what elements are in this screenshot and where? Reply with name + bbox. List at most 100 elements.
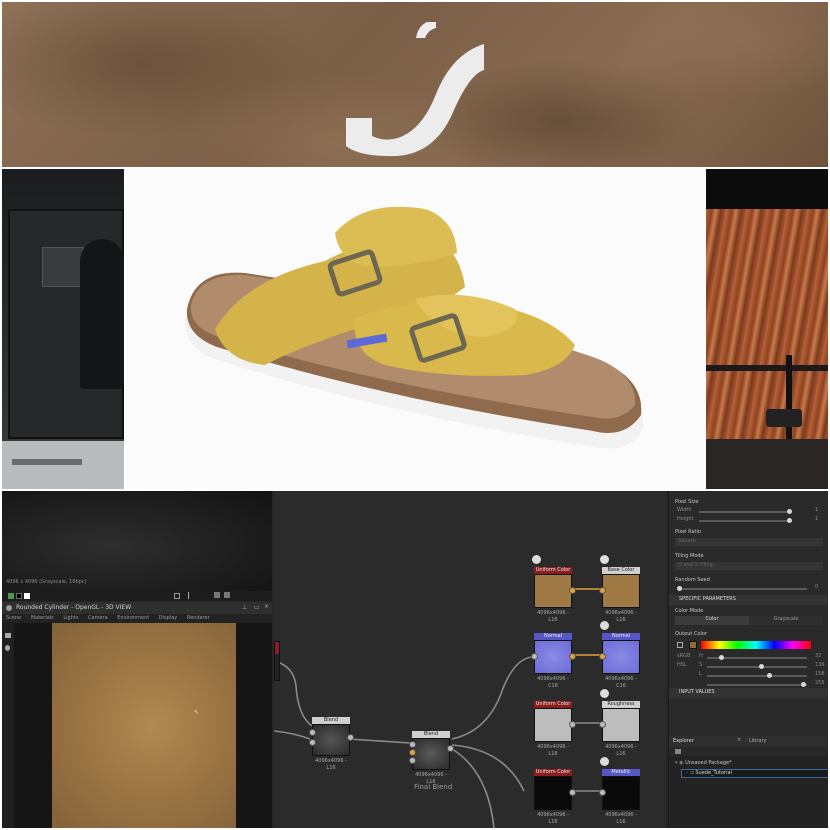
input-port[interactable] <box>409 757 416 764</box>
lightness-slider[interactable] <box>707 673 807 678</box>
roughness-output-node[interactable]: Roughness 4096x4096 - L16 <box>599 689 640 758</box>
settings-icon[interactable] <box>224 592 230 598</box>
uniform-color-node[interactable]: Uniform Color 4096x4096 - L16 <box>534 701 576 758</box>
output-port[interactable] <box>569 789 576 796</box>
2d-view[interactable]: 4096 x 4096 (Grayscale, 16bpc) <box>2 491 272 601</box>
float-panel-icon[interactable]: ▭ <box>254 604 260 612</box>
node-size: 4096x4096 - L16 <box>315 758 347 771</box>
blend-node-1[interactable]: Blend 4096x4096 - L16 <box>309 717 354 772</box>
menu-lights[interactable]: Lights <box>63 615 78 621</box>
normal-output-node[interactable]: Normal 4096x4096 - C16 <box>599 621 640 690</box>
close-icon[interactable]: × <box>264 603 269 611</box>
output-port[interactable] <box>447 745 454 752</box>
input-port[interactable] <box>409 741 416 748</box>
tab-explorer[interactable]: Explorer <box>673 738 694 745</box>
input-port[interactable] <box>599 721 606 728</box>
partial-node[interactable] <box>274 641 280 681</box>
light-icon[interactable] <box>5 645 10 651</box>
node-title: Metallic <box>602 769 640 776</box>
monitor-photo-right <box>706 169 828 489</box>
input-values-header[interactable]: INPUT VALUES <box>669 688 828 698</box>
srgb-label: sRGB <box>677 653 691 659</box>
width-value: 1 <box>815 507 819 513</box>
output-port[interactable] <box>569 721 576 728</box>
menu-renderer[interactable]: Renderer <box>187 615 210 621</box>
node-title: Uniform Color <box>534 769 572 776</box>
saturation-slider[interactable] <box>707 664 807 669</box>
pin-icon[interactable] <box>188 592 194 599</box>
camera-icon[interactable] <box>5 633 11 638</box>
color-mode-color-tab[interactable]: Color <box>675 616 749 625</box>
channel-icon[interactable] <box>8 593 14 599</box>
output-icon[interactable] <box>600 757 609 766</box>
substance-designer-window: 4096 x 4096 (Grayscale, 16bpc) Rounded C… <box>2 491 828 828</box>
blend-node-final[interactable]: Blend 4096x4096 - L16 <box>409 731 454 786</box>
lightness-value: 158 <box>815 671 825 677</box>
white-swatch-icon[interactable] <box>24 593 30 599</box>
specific-parameters-title: SPECIFIC PARAMETERS <box>679 596 736 602</box>
graph-name: Suede_Tutorial <box>695 770 732 776</box>
output-icon[interactable] <box>600 689 609 698</box>
random-seed-slider[interactable] <box>677 586 807 591</box>
input-port[interactable] <box>309 729 316 736</box>
base-color-output-node[interactable]: Base Color 4096x4096 - L16 <box>599 555 640 624</box>
normal-node[interactable]: Normal 4096x4096 - C16 <box>531 633 576 690</box>
display-icon[interactable] <box>214 592 220 598</box>
input-port[interactable] <box>531 653 538 660</box>
pixel-ratio-dropdown[interactable]: Square <box>675 538 823 546</box>
close-icon[interactable]: × <box>737 737 741 744</box>
black-swatch-icon[interactable] <box>16 593 22 599</box>
final-blend-comment: Final Blend <box>414 783 453 791</box>
menu-environment[interactable]: Environment <box>117 615 149 621</box>
metallic-output-node[interactable]: Metallic 4096x4096 - L16 <box>599 757 640 826</box>
2d-view-toolbar <box>2 591 272 601</box>
node-size: 4096x4096 - L16 <box>605 812 637 825</box>
eyedropper-icon[interactable] <box>677 642 683 648</box>
menu-display[interactable]: Display <box>159 615 177 621</box>
color-mode-label: Color Mode <box>675 608 704 614</box>
node-state-icon[interactable] <box>532 555 541 564</box>
output-port[interactable] <box>569 587 576 594</box>
output-icon[interactable] <box>600 555 609 564</box>
node-size: 4096x4096 - L16 <box>537 744 569 757</box>
output-icon[interactable] <box>600 621 609 630</box>
tiling-mode-dropdown[interactable]: H and V Tiling <box>675 562 823 570</box>
menu-materials[interactable]: Materials <box>31 615 54 621</box>
output-color-label: Output Color <box>675 631 708 637</box>
grid-icon[interactable] <box>174 593 180 599</box>
3d-view-title: Rounded Cylinder - OpenGL - 3D VIEW <box>16 604 132 611</box>
height-slider[interactable] <box>699 518 792 523</box>
uniform-color-node[interactable]: Uniform Color 4096x4096 - L16 <box>534 769 576 826</box>
width-label: Width <box>677 507 692 513</box>
input-port[interactable] <box>309 739 316 746</box>
output-color-swatch[interactable] <box>689 641 697 649</box>
node-title: Base Color <box>602 567 640 574</box>
color-mode-grayscale-tab[interactable]: Grayscale <box>749 616 823 625</box>
node-title: Blend <box>412 731 450 738</box>
menu-camera[interactable]: Camera <box>88 615 108 621</box>
alpha-slider[interactable] <box>707 682 807 687</box>
output-port[interactable] <box>347 734 354 741</box>
input-port[interactable] <box>599 653 606 660</box>
hue-spectrum[interactable] <box>701 641 811 649</box>
uniform-color-node[interactable]: Uniform Color 4096x4096 - L16 <box>532 555 576 624</box>
input-port[interactable] <box>409 749 416 756</box>
pin-panel-icon[interactable]: ⊥ <box>242 604 247 612</box>
width-slider[interactable] <box>699 509 792 514</box>
output-port[interactable] <box>569 653 576 660</box>
tab-library[interactable]: Library <box>749 738 766 745</box>
graph-editor[interactable]: Blend 4096x4096 - L16 Blend 4096x4096 - … <box>274 491 666 828</box>
new-package-icon[interactable] <box>675 749 681 754</box>
menu-scene[interactable]: Scene <box>6 615 21 621</box>
monitor-photo-left <box>2 169 124 489</box>
input-port[interactable] <box>599 587 606 594</box>
hsl-label: HSL <box>677 662 687 668</box>
explorer-toolbar <box>669 747 828 756</box>
hue-slider[interactable] <box>707 655 807 660</box>
specific-parameters-header[interactable]: SPECIFIC PARAMETERS <box>669 595 828 605</box>
3d-viewport[interactable]: ↖ <box>14 623 272 828</box>
input-port[interactable] <box>599 789 606 796</box>
alpha-value: 255 <box>815 680 825 686</box>
graph-item[interactable]: › ⇉ Suede_Tutorial <box>681 769 828 778</box>
package-item[interactable]: ▾ ◉ Unsaved Package* <box>675 760 732 767</box>
